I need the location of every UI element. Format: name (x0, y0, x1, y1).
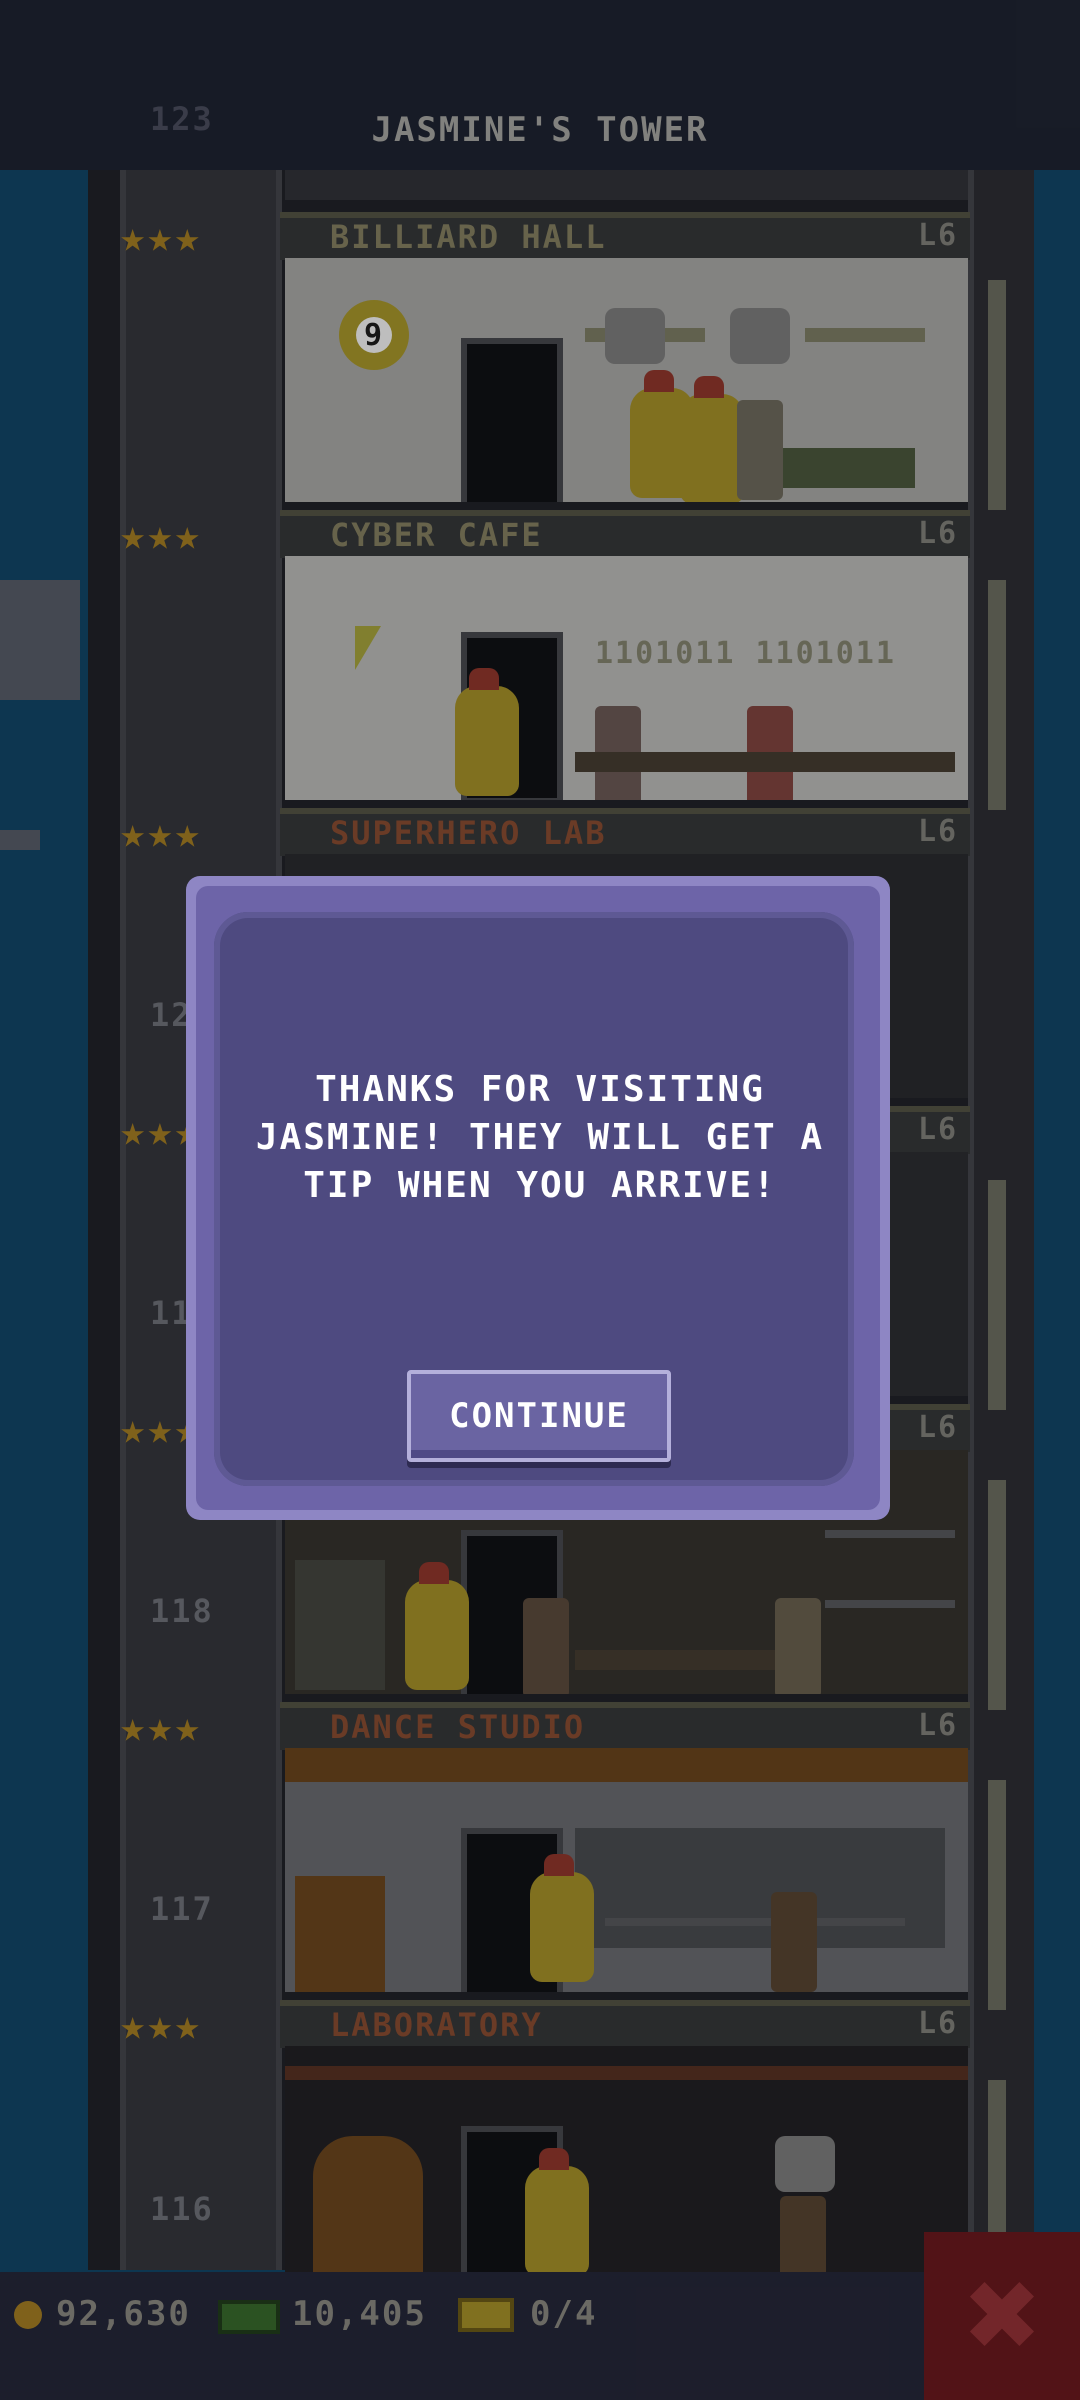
continue-button[interactable]: CONTINUE (407, 1370, 671, 1462)
modal-message: THANKS FOR VISITING JASMINE! THEY WILL G… (255, 1069, 825, 1206)
game-scene: 123 ★★★ BILLIARD HALL L6 9 ★★★ CYBER CAF… (0, 0, 1080, 2400)
